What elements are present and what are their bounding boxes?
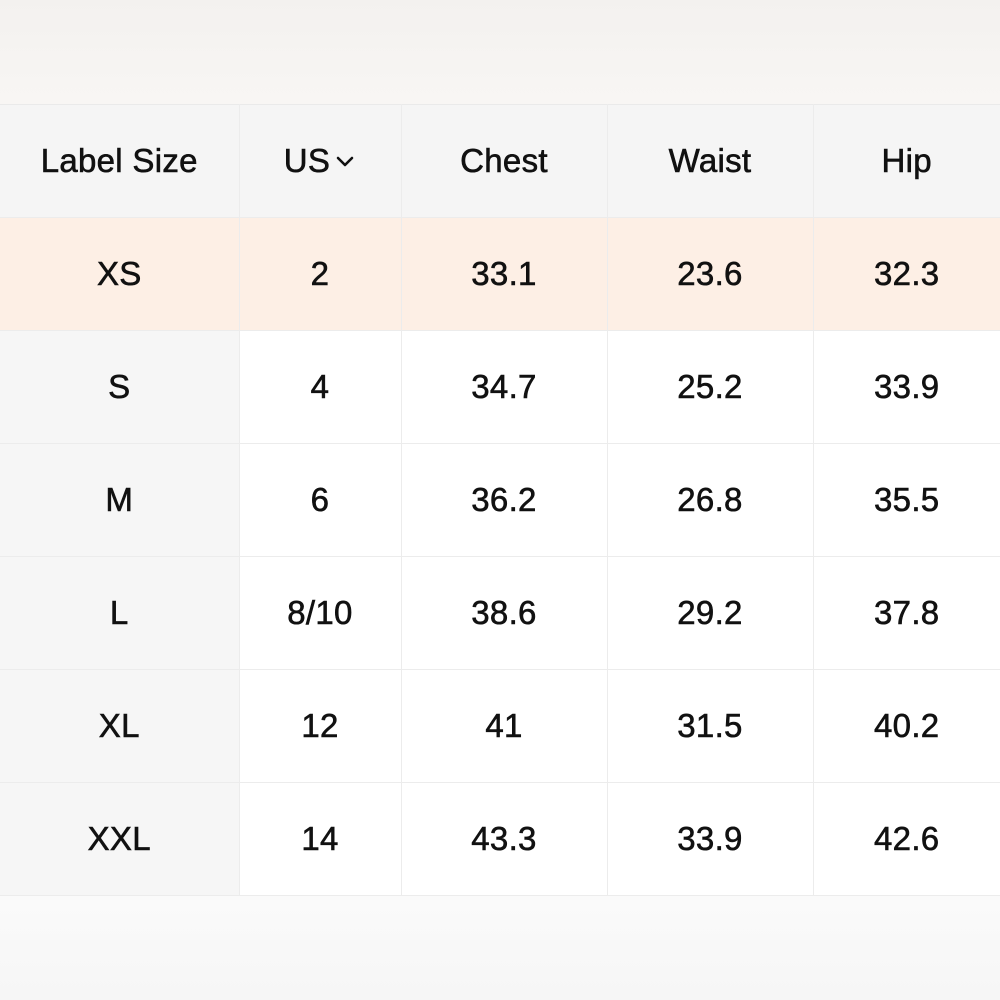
cell-chest: 36.2 bbox=[400, 443, 608, 557]
header-waist: Waist bbox=[606, 104, 814, 218]
cell-waist: 26.8 bbox=[606, 443, 814, 557]
table-row[interactable]: S 4 34.7 25.2 33.9 bbox=[0, 330, 1000, 444]
header-us[interactable]: US bbox=[238, 104, 402, 218]
cell-waist: 31.5 bbox=[606, 669, 814, 783]
cell-waist: 33.9 bbox=[606, 782, 814, 896]
cell-us: 8/10 bbox=[238, 556, 402, 670]
cell-label-size: M bbox=[0, 443, 240, 557]
cell-us: 2 bbox=[238, 217, 402, 331]
cell-hip: 40.2 bbox=[812, 669, 1000, 783]
header-hip: Hip bbox=[812, 104, 1000, 218]
cell-waist: 29.2 bbox=[606, 556, 814, 670]
table-row[interactable]: XL 12 41 31.5 40.2 bbox=[0, 669, 1000, 783]
cell-chest: 33.1 bbox=[400, 217, 608, 331]
cell-hip: 37.8 bbox=[812, 556, 1000, 670]
cell-waist: 23.6 bbox=[606, 217, 814, 331]
cell-us: 6 bbox=[238, 443, 402, 557]
cell-chest: 41 bbox=[400, 669, 608, 783]
bottom-background bbox=[0, 897, 1000, 1000]
table-row[interactable]: XXL 14 43.3 33.9 42.6 bbox=[0, 782, 1000, 896]
header-chest: Chest bbox=[400, 104, 608, 218]
cell-hip: 35.5 bbox=[812, 443, 1000, 557]
cell-chest: 34.7 bbox=[400, 330, 608, 444]
cell-us: 12 bbox=[238, 669, 402, 783]
cell-us: 14 bbox=[238, 782, 402, 896]
top-background bbox=[0, 0, 1000, 104]
cell-waist: 25.2 bbox=[606, 330, 814, 444]
size-chart-table: Label Size US Chest Waist Hip XS 2 33.1 bbox=[0, 104, 1000, 896]
table-row[interactable]: XS 2 33.1 23.6 32.3 bbox=[0, 217, 1000, 331]
header-label-size: Label Size bbox=[0, 104, 240, 218]
cell-hip: 42.6 bbox=[812, 782, 1000, 896]
cell-label-size: XXL bbox=[0, 782, 240, 896]
cell-us: 4 bbox=[238, 330, 402, 444]
cell-label-size: L bbox=[0, 556, 240, 670]
table-row[interactable]: M 6 36.2 26.8 35.5 bbox=[0, 443, 1000, 557]
cell-hip: 32.3 bbox=[812, 217, 1000, 331]
table-header-row: Label Size US Chest Waist Hip bbox=[0, 104, 1000, 218]
header-us-label: US bbox=[283, 142, 331, 180]
cell-label-size: S bbox=[0, 330, 240, 444]
cell-label-size: XL bbox=[0, 669, 240, 783]
chevron-down-icon[interactable] bbox=[334, 150, 356, 172]
cell-chest: 43.3 bbox=[400, 782, 608, 896]
cell-hip: 33.9 bbox=[812, 330, 1000, 444]
cell-chest: 38.6 bbox=[400, 556, 608, 670]
table-row[interactable]: L 8/10 38.6 29.2 37.8 bbox=[0, 556, 1000, 670]
cell-label-size: XS bbox=[0, 217, 240, 331]
us-unit-dropdown[interactable]: US bbox=[283, 142, 356, 180]
